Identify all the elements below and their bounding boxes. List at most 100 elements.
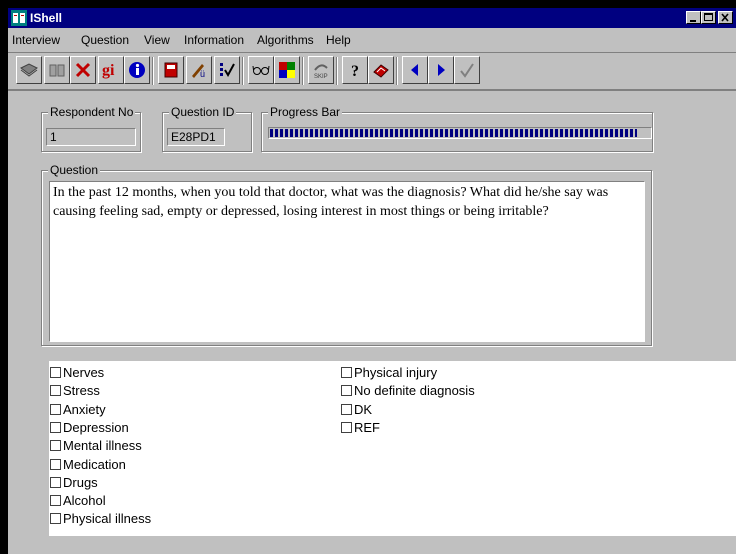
checkbox[interactable] <box>341 385 352 397</box>
question-group: Question In the past 12 months, when you… <box>41 163 652 346</box>
reference-book-icon <box>373 64 389 78</box>
help-button[interactable]: ? <box>342 56 368 84</box>
answer-label: REF <box>354 419 380 435</box>
previous-arrow-icon <box>411 64 418 76</box>
answer-option[interactable]: Mental illness <box>50 437 142 455</box>
edit-button[interactable]: ü <box>186 56 212 84</box>
delete-x-icon <box>75 62 91 78</box>
ishell-window: IShell Interview Question View Informati… <box>8 8 736 554</box>
answer-label: Mental illness <box>63 438 142 454</box>
reference-button[interactable] <box>368 56 394 84</box>
gi-button[interactable]: gi <box>98 56 124 84</box>
menu-help[interactable]: Help <box>326 33 351 47</box>
svg-text:?: ? <box>351 63 359 80</box>
previous-button[interactable] <box>402 56 428 84</box>
checklist-button[interactable] <box>214 56 240 84</box>
answer-option[interactable]: Medication <box>50 456 126 474</box>
toolbar-separator <box>396 57 398 85</box>
answer-option[interactable]: Physical injury <box>341 364 437 382</box>
answer-option[interactable]: Anxiety <box>50 401 106 419</box>
answer-option[interactable]: DK <box>341 401 372 419</box>
checkbox[interactable] <box>50 458 61 470</box>
minimize-button[interactable] <box>686 11 701 24</box>
toolbar-separator <box>336 57 338 85</box>
answer-option[interactable]: Nerves <box>50 364 104 382</box>
answer-option[interactable]: Drugs <box>50 474 98 492</box>
progress-bar <box>268 127 652 139</box>
edit-icon: ü <box>192 64 205 79</box>
answer-label: Physical illness <box>63 511 152 527</box>
answer-option[interactable]: Physical illness <box>50 510 151 528</box>
respondent-field: 1 <box>46 128 136 146</box>
answer-label: Drugs <box>63 474 98 490</box>
question-label: Question <box>48 163 101 177</box>
answer-list: Nerves Stress Anxiety Depression Mental illn… <box>49 361 736 536</box>
respondent-label: Respondent No <box>48 105 136 119</box>
maximize-button[interactable] <box>701 11 716 24</box>
question-id-field: E28PD1 <box>167 128 225 146</box>
answer-label: Depression <box>63 419 129 435</box>
checkbox[interactable] <box>50 476 61 488</box>
info-button[interactable] <box>124 56 150 84</box>
answer-option[interactable]: REF <box>341 419 380 437</box>
notebook-icon <box>164 62 178 78</box>
checkbox[interactable] <box>341 403 352 415</box>
answer-label: Medication <box>63 456 126 472</box>
book-button[interactable] <box>16 56 42 84</box>
checkbox[interactable] <box>341 421 352 433</box>
checkmark-icon <box>460 63 474 78</box>
next-arrow-icon <box>438 64 445 76</box>
checkbox[interactable] <box>50 440 61 452</box>
title-bar[interactable]: IShell <box>8 8 736 28</box>
question-id-label: Question ID <box>169 105 237 119</box>
menu-interview[interactable]: Interview <box>12 33 60 47</box>
glasses-button[interactable] <box>248 56 274 84</box>
progress-fill <box>270 129 637 137</box>
info-icon <box>129 62 145 78</box>
answer-label: No definite diagnosis <box>354 383 475 399</box>
answer-option[interactable]: Alcohol <box>50 492 106 510</box>
checkbox[interactable] <box>50 367 61 378</box>
book-open-icon <box>49 64 65 77</box>
skip-icon: SKIP <box>314 64 328 80</box>
minimize-icon <box>690 20 696 22</box>
checkbox[interactable] <box>341 367 352 378</box>
toolbar-separator <box>152 57 154 85</box>
menu-bar: Interview Question View Information Algo… <box>8 30 736 50</box>
toolbar-separator <box>302 57 304 85</box>
menu-algorithms[interactable]: Algorithms <box>257 33 314 47</box>
skip-button[interactable]: SKIP <box>308 56 334 84</box>
delete-button[interactable] <box>70 56 96 84</box>
next-button[interactable] <box>428 56 454 84</box>
answer-label: Alcohol <box>63 493 106 509</box>
color-palette-icon <box>279 62 295 78</box>
answer-option[interactable]: Stress <box>50 382 100 400</box>
answer-label: Nerves <box>63 365 105 380</box>
answer-option[interactable]: Depression <box>50 419 129 437</box>
respondent-group: Respondent No 1 <box>41 105 141 152</box>
checkbox[interactable] <box>50 495 61 507</box>
toolbar-separator <box>242 57 244 85</box>
answer-option[interactable]: No definite diagnosis <box>341 382 475 400</box>
question-text: In the past 12 months, when you told tha… <box>49 181 645 342</box>
help-icon: ? <box>351 63 359 80</box>
menu-view[interactable]: View <box>144 33 170 47</box>
progress-label: Progress Bar <box>268 105 343 119</box>
checkbox[interactable] <box>50 403 61 415</box>
gi-label: gi <box>102 62 115 79</box>
color-button[interactable] <box>274 56 300 84</box>
book-icon <box>20 63 38 77</box>
close-button[interactable] <box>718 11 733 24</box>
skip-label: SKIP <box>314 74 328 80</box>
confirm-button[interactable] <box>454 56 480 84</box>
progress-group: Progress Bar <box>261 105 653 152</box>
checkbox[interactable] <box>50 385 61 397</box>
checkbox[interactable] <box>50 421 61 433</box>
book-open-button[interactable] <box>44 56 70 84</box>
menu-question[interactable]: Question <box>81 33 129 47</box>
notebook-button[interactable] <box>158 56 184 84</box>
menu-information[interactable]: Information <box>184 33 244 47</box>
checkbox[interactable] <box>50 513 61 525</box>
question-id-group: Question ID E28PD1 <box>162 105 252 152</box>
interview-panel: Respondent No 1 Question ID E28PD1 Progr… <box>8 90 736 554</box>
